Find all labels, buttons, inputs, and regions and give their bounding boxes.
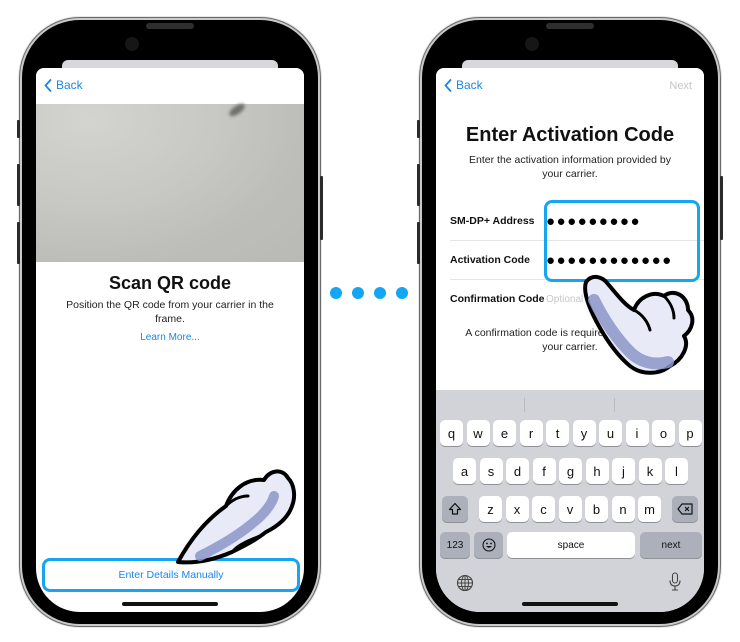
page-subtitle: Enter the activation information provide… bbox=[469, 154, 671, 180]
sm-dp-address-label: SM-DP+ Address bbox=[450, 215, 535, 227]
mute-switch bbox=[417, 120, 420, 138]
suggestion-bar bbox=[436, 390, 704, 416]
key-m[interactable]: m bbox=[638, 496, 661, 522]
learn-more-link[interactable]: Learn More... bbox=[36, 332, 304, 343]
shift-icon bbox=[448, 502, 462, 515]
key-w[interactable]: w bbox=[466, 420, 490, 446]
volume-up-button bbox=[417, 164, 420, 206]
globe-icon bbox=[456, 574, 474, 592]
chevron-left-icon bbox=[44, 78, 52, 92]
activation-code-screen: Back Next Enter Activation Code Enter th… bbox=[436, 68, 704, 612]
key-v[interactable]: v bbox=[558, 496, 582, 522]
volume-up-button bbox=[17, 164, 20, 206]
emoji-icon bbox=[481, 538, 496, 552]
mute-switch bbox=[17, 120, 20, 138]
key-n[interactable]: n bbox=[611, 496, 635, 522]
background-sheet bbox=[462, 60, 678, 68]
key-u[interactable]: u bbox=[599, 420, 622, 446]
key-k[interactable]: k bbox=[638, 458, 662, 484]
key-l[interactable]: l bbox=[665, 458, 688, 484]
delete-key[interactable] bbox=[672, 496, 698, 522]
phone-right: Back Next Enter Activation Code Enter th… bbox=[417, 20, 723, 624]
nav-bar: Back bbox=[36, 68, 304, 104]
volume-down-button bbox=[17, 222, 20, 264]
page-title: Scan QR code bbox=[108, 273, 232, 293]
earpiece-speaker bbox=[146, 23, 194, 29]
front-camera bbox=[125, 37, 139, 51]
phone-left: Back Scan QR code Position the QR code f… bbox=[17, 20, 323, 624]
connector-dot bbox=[352, 287, 364, 299]
power-button bbox=[320, 176, 323, 240]
emoji-key[interactable] bbox=[474, 532, 503, 558]
key-i[interactable]: i bbox=[625, 420, 649, 446]
space-key[interactable]: space bbox=[507, 532, 635, 558]
key-q[interactable]: q bbox=[440, 420, 463, 446]
fields-highlight bbox=[544, 200, 700, 282]
camera-viewfinder bbox=[36, 101, 304, 262]
page-title: Enter Activation Code bbox=[465, 124, 675, 146]
key-x[interactable]: x bbox=[505, 496, 529, 522]
enter-details-manually-label: Enter Details Manually bbox=[118, 569, 224, 581]
connector-dot bbox=[396, 287, 408, 299]
confirmation-code-label: Confirmation Code bbox=[450, 293, 545, 305]
nav-bar: Back Next bbox=[436, 68, 704, 104]
back-button[interactable]: Back bbox=[444, 78, 483, 92]
key-b[interactable]: b bbox=[585, 496, 608, 522]
backspace-icon bbox=[677, 503, 693, 515]
connector-dot bbox=[330, 287, 342, 299]
globe-button[interactable] bbox=[456, 574, 474, 597]
key-o[interactable]: o bbox=[652, 420, 675, 446]
activation-code-label: Activation Code bbox=[450, 254, 530, 266]
key-s[interactable]: s bbox=[479, 458, 503, 484]
power-button bbox=[720, 176, 723, 240]
confirmation-code-input[interactable]: Optional bbox=[546, 294, 583, 305]
key-g[interactable]: g bbox=[559, 458, 582, 484]
key-p[interactable]: p bbox=[678, 420, 702, 446]
key-f[interactable]: f bbox=[532, 458, 556, 484]
scan-qr-screen: Back Scan QR code Position the QR code f… bbox=[36, 68, 304, 612]
key-a[interactable]: a bbox=[453, 458, 476, 484]
confirmation-code-row[interactable]: Confirmation Code Optional bbox=[450, 280, 704, 318]
progress-connector-dots bbox=[330, 287, 408, 299]
page-subtitle: Position the QR code from your carrier i… bbox=[66, 299, 274, 325]
key-j[interactable]: j bbox=[612, 458, 635, 484]
key-h[interactable]: h bbox=[585, 458, 609, 484]
home-indicator bbox=[522, 602, 618, 606]
back-label: Back bbox=[456, 78, 483, 92]
numbers-key[interactable]: 123 bbox=[440, 532, 470, 558]
connector-dot bbox=[374, 287, 386, 299]
enter-details-manually-button[interactable]: Enter Details Manually bbox=[42, 558, 300, 592]
volume-down-button bbox=[417, 222, 420, 264]
background-sheet bbox=[62, 60, 278, 68]
next-key[interactable]: next bbox=[640, 532, 702, 558]
key-c[interactable]: c bbox=[532, 496, 555, 522]
key-d[interactable]: d bbox=[506, 458, 529, 484]
key-r[interactable]: r bbox=[519, 420, 543, 446]
next-button[interactable]: Next bbox=[669, 80, 692, 92]
key-z[interactable]: z bbox=[479, 496, 502, 522]
keyboard: qwertyuiop asdfghjkl zxcvbnm 123 space n… bbox=[436, 390, 704, 612]
back-label: Back bbox=[56, 78, 83, 92]
shift-key[interactable] bbox=[442, 496, 468, 522]
key-e[interactable]: e bbox=[493, 420, 516, 446]
home-indicator bbox=[122, 602, 218, 606]
earpiece-speaker bbox=[546, 23, 594, 29]
chevron-left-icon bbox=[444, 78, 452, 92]
microphone-icon bbox=[669, 572, 681, 591]
key-y[interactable]: y bbox=[572, 420, 596, 446]
dictation-button[interactable] bbox=[668, 572, 682, 597]
confirmation-note: A confirmation code is required if provi… bbox=[465, 327, 675, 353]
back-button[interactable]: Back bbox=[44, 78, 83, 92]
key-t[interactable]: t bbox=[546, 420, 569, 446]
front-camera bbox=[525, 37, 539, 51]
